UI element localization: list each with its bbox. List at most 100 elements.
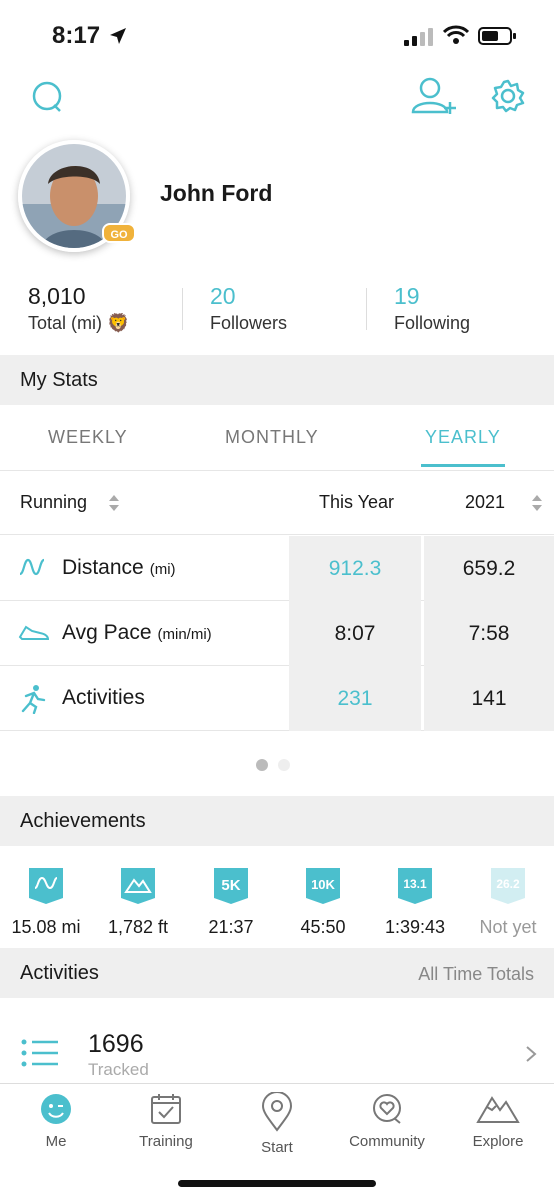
- tab-weekly[interactable]: WEEKLY: [48, 427, 128, 448]
- gear-icon[interactable]: [490, 78, 526, 114]
- distance-2021: 659.2: [424, 536, 554, 601]
- half-marathon-badge-icon: 13.1: [398, 868, 432, 904]
- following-label[interactable]: Following: [394, 313, 470, 334]
- tab-label: Explore: [472, 1133, 524, 1150]
- tracked-label: Tracked: [88, 1060, 149, 1079]
- divider: [182, 288, 183, 330]
- mountains-icon: [476, 1096, 520, 1123]
- stat-row-distance: Distance (mi) 912.3 659.2: [0, 536, 554, 601]
- tab-label: Me: [45, 1133, 67, 1150]
- chat-heart-icon: [373, 1094, 401, 1124]
- tab-training[interactable]: Training: [116, 1092, 216, 1150]
- distance-this-year: 912.3: [289, 536, 421, 601]
- year-selector[interactable]: 2021: [465, 492, 505, 513]
- marathon-badge-icon: 26.2: [491, 868, 525, 904]
- go-badge: GO: [102, 223, 136, 243]
- 5k-badge-icon: 5K: [214, 868, 248, 904]
- badge-text: 10K: [311, 877, 335, 892]
- add-friend-icon[interactable]: [410, 76, 460, 116]
- battery-icon: [478, 27, 516, 45]
- tab-monthly[interactable]: MONTHLY: [225, 427, 319, 448]
- tab-label: Training: [139, 1133, 193, 1150]
- column-this-year: This Year: [319, 492, 395, 512]
- achievement-5k[interactable]: 5K 21:37: [186, 866, 276, 938]
- achievement-label: 21:37: [208, 917, 254, 937]
- activities-tracked-row[interactable]: 1696 Tracked: [0, 1022, 554, 1082]
- active-tab-indicator: [421, 464, 505, 467]
- total-miles-value: 8,010: [28, 283, 86, 309]
- map-pin-icon: [261, 1091, 293, 1132]
- runner-icon: [21, 685, 46, 714]
- tab-community[interactable]: Community: [337, 1092, 437, 1150]
- chat-icon[interactable]: [30, 80, 64, 114]
- followers-value[interactable]: 20: [210, 283, 236, 310]
- avg-pace-label: Avg Pace: [62, 621, 152, 644]
- chevron-right-icon: [526, 1046, 537, 1062]
- page-dot-active: [256, 759, 268, 771]
- page-dot: [278, 759, 290, 771]
- achievement-label: Not yet: [479, 917, 537, 937]
- badge-text: 26.2: [496, 877, 520, 891]
- status-bar: 8:17: [0, 0, 554, 66]
- sort-arrows-icon[interactable]: [108, 493, 120, 513]
- calendar-check-icon: [151, 1094, 181, 1124]
- period-tabs: WEEKLY MONTHLY YEARLY: [0, 405, 554, 471]
- all-time-totals-label: All Time Totals: [418, 964, 534, 984]
- achievement-label: 15.08 mi: [11, 917, 81, 937]
- list-icon: [21, 1039, 58, 1067]
- stats-table-header: Running This Year 2021: [0, 471, 554, 535]
- avg-pace-2021: 7:58: [424, 601, 554, 666]
- followers-label[interactable]: Followers: [210, 313, 287, 334]
- achievement-marathon[interactable]: 26.2 Not yet: [463, 866, 553, 938]
- badge-text: 13.1: [403, 877, 427, 891]
- tab-label: Start: [261, 1139, 293, 1156]
- achievement-elevation[interactable]: 1,782 ft: [93, 866, 183, 938]
- achievement-10k[interactable]: 10K 45:50: [278, 866, 368, 938]
- shoe-icon: [18, 625, 50, 640]
- wifi-icon: [443, 25, 469, 44]
- achievements-header: Achievements: [0, 796, 554, 846]
- profile-name: John Ford: [160, 180, 273, 206]
- badge-text: 5K: [221, 877, 240, 894]
- tab-label: Community: [349, 1133, 425, 1150]
- status-time: 8:17: [52, 22, 101, 49]
- achievement-distance[interactable]: 15.08 mi: [1, 866, 91, 938]
- sort-arrows-icon[interactable]: [531, 493, 543, 513]
- distance-unit: (mi): [149, 561, 176, 578]
- sport-selector[interactable]: Running: [20, 492, 87, 513]
- page-indicator: [256, 758, 300, 776]
- distance-label: Distance: [62, 556, 144, 579]
- avg-pace-unit: (min/mi): [157, 626, 212, 643]
- location-arrow-icon: [110, 28, 126, 44]
- section-title: My Stats: [20, 369, 98, 391]
- smiley-icon: [41, 1094, 71, 1124]
- achievement-label: 1:39:43: [384, 917, 446, 937]
- 10k-badge-icon: 10K: [306, 868, 340, 904]
- distance-icon: [19, 558, 45, 576]
- tab-yearly[interactable]: YEARLY: [425, 427, 501, 448]
- achievement-half-marathon[interactable]: 13.1 1:39:43: [370, 866, 460, 938]
- activities-header: Activities All Time Totals: [0, 948, 554, 998]
- stat-row-activities: Activities 231 141: [0, 666, 554, 731]
- signal-icon: [404, 28, 433, 46]
- activities-label: Activities: [62, 686, 145, 709]
- activities-this-year: 231: [289, 666, 421, 731]
- wave-badge-icon: [29, 868, 63, 904]
- avg-pace-this-year: 8:07: [289, 601, 421, 666]
- activities-2021: 141: [424, 666, 554, 731]
- tracked-count: 1696: [88, 1030, 144, 1058]
- total-miles-label: Total (mi) 🦁: [28, 313, 130, 333]
- stat-row-avg-pace: Avg Pace (min/mi) 8:07 7:58: [0, 601, 554, 666]
- section-title: Achievements: [20, 810, 146, 832]
- divider: [366, 288, 367, 330]
- following-value[interactable]: 19: [394, 283, 420, 310]
- achievement-label: 45:50: [300, 917, 346, 937]
- my-stats-header: My Stats: [0, 355, 554, 405]
- section-title: Activities: [20, 962, 99, 984]
- tab-explore[interactable]: Explore: [448, 1092, 548, 1150]
- tab-start[interactable]: Start: [227, 1091, 327, 1156]
- achievement-label: 1,782 ft: [107, 917, 169, 937]
- home-indicator: [178, 1180, 376, 1187]
- mountain-badge-icon: [121, 868, 155, 904]
- tab-me[interactable]: Me: [6, 1092, 106, 1150]
